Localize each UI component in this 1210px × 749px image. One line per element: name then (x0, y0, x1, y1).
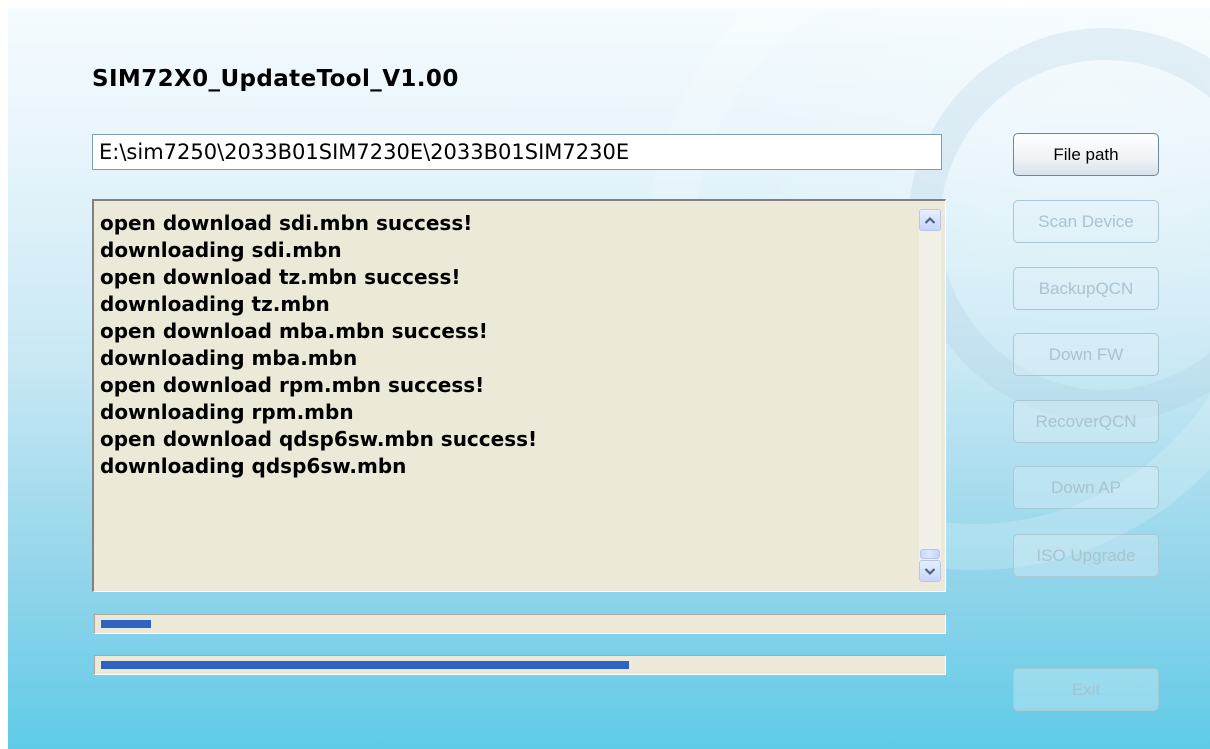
iso-upgrade-button[interactable]: ISO Upgrade (1013, 534, 1159, 577)
scroll-up-button[interactable] (919, 209, 941, 231)
down-fw-button[interactable]: Down FW (1013, 333, 1159, 376)
log-line: open download mba.mbn success! (100, 319, 488, 343)
log-line: downloading rpm.mbn (100, 400, 354, 424)
log-scrollbar[interactable] (919, 209, 941, 582)
total-progress-bar (94, 655, 946, 675)
backup-qcn-button[interactable]: BackupQCN (1013, 267, 1159, 310)
log-line: downloading mba.mbn (100, 346, 358, 370)
chevron-up-icon (924, 216, 936, 224)
app-title: SIM72X0_UpdateTool_V1.00 (92, 66, 459, 92)
scroll-thumb[interactable] (920, 549, 940, 559)
chevron-down-icon (924, 567, 936, 575)
scroll-down-button[interactable] (919, 560, 941, 582)
log-line: open download rpm.mbn success! (100, 373, 485, 397)
total-progress-fill (101, 661, 629, 669)
log-output[interactable]: open download sdi.mbn success! downloadi… (92, 199, 946, 592)
file-path-button[interactable]: File path (1013, 133, 1159, 176)
log-line: open download tz.mbn success! (100, 265, 461, 289)
down-ap-button[interactable]: Down AP (1013, 466, 1159, 509)
exit-button[interactable]: Exit (1013, 668, 1159, 711)
scan-device-button[interactable]: Scan Device (1013, 200, 1159, 243)
file-progress-bar (94, 614, 946, 634)
update-tool-window: SIM72X0_UpdateTool_V1.00 open download s… (8, 8, 1210, 749)
recover-qcn-button[interactable]: RecoverQCN (1013, 400, 1159, 443)
log-lines: open download sdi.mbn success! downloadi… (100, 210, 915, 480)
file-progress-fill (101, 620, 151, 628)
log-line: downloading sdi.mbn (100, 238, 342, 262)
firmware-path-field[interactable] (92, 134, 942, 170)
log-line: open download qdsp6sw.mbn success! (100, 427, 538, 451)
log-line: open download sdi.mbn success! (100, 211, 473, 235)
log-line: downloading tz.mbn (100, 292, 330, 316)
log-line: downloading qdsp6sw.mbn (100, 454, 407, 478)
